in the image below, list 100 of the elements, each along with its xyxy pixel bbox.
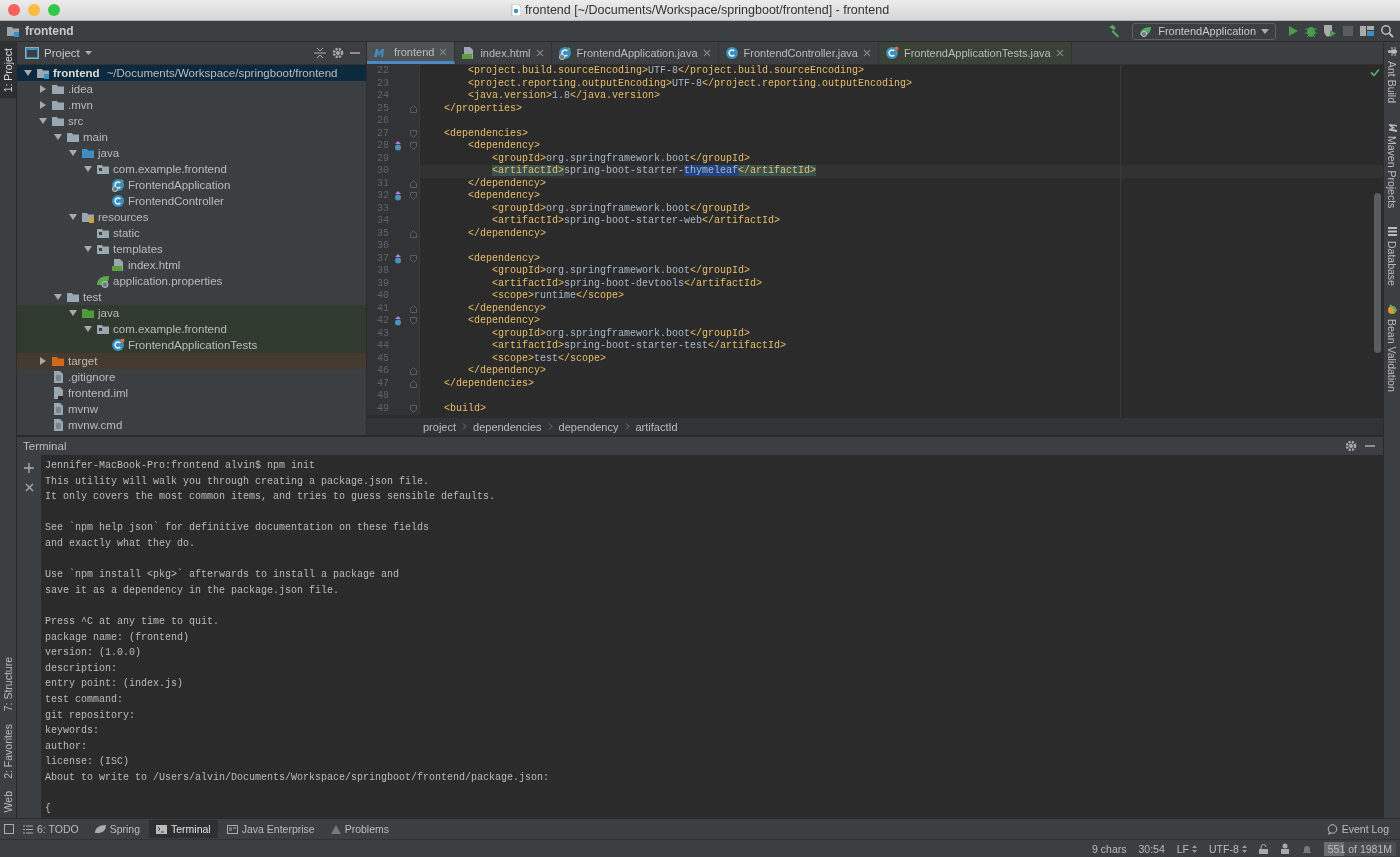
tree-item-label[interactable]: mvnw.cmd bbox=[68, 419, 123, 431]
tool-window-tab[interactable]: Ant Build bbox=[1386, 46, 1398, 104]
tree-item-label[interactable]: .idea bbox=[68, 83, 93, 95]
expanded-arrow-icon[interactable] bbox=[54, 133, 62, 141]
close-icon[interactable] bbox=[1055, 49, 1064, 57]
project-structure-icon[interactable] bbox=[1359, 24, 1375, 38]
scrollbar[interactable] bbox=[1374, 193, 1381, 353]
terminal-line: version: (1.0.0) bbox=[45, 646, 142, 661]
tool-window-tab[interactable]: Maven Projects bbox=[1386, 121, 1398, 209]
collapse-all-icon[interactable] bbox=[314, 47, 326, 59]
hammer-icon[interactable] bbox=[1107, 24, 1122, 38]
tool-window-tab[interactable]: Bean Validation bbox=[1386, 304, 1398, 393]
tree-row[interactable]: java bbox=[17, 305, 366, 321]
code-line: <scope>test</scope> bbox=[491, 352, 607, 365]
tree-item-label[interactable]: index.html bbox=[128, 259, 181, 271]
code-line: </properties> bbox=[443, 102, 523, 115]
bell-icon[interactable] bbox=[1301, 843, 1312, 854]
collapsed-arrow-icon[interactable] bbox=[39, 357, 47, 365]
tree-item-label[interactable]: .mvn bbox=[68, 99, 93, 111]
tool-windows-icon[interactable] bbox=[4, 824, 14, 834]
tree-item-label[interactable]: java bbox=[98, 147, 120, 159]
expanded-arrow-icon[interactable] bbox=[84, 165, 92, 173]
tool-window-tab[interactable]: 6: TODO bbox=[16, 820, 86, 838]
breadcrumb-item[interactable]: dependency bbox=[556, 420, 621, 433]
tool-window-tab[interactable]: Web bbox=[0, 784, 16, 818]
class-icon bbox=[111, 338, 125, 352]
tree-item-label[interactable]: FrontendController bbox=[128, 195, 224, 207]
settings-icon[interactable] bbox=[332, 47, 344, 59]
close-icon[interactable] bbox=[24, 483, 34, 492]
expanded-arrow-icon[interactable] bbox=[84, 245, 92, 253]
close-icon[interactable] bbox=[862, 49, 871, 57]
window-icon bbox=[25, 47, 39, 59]
tool-window-tab[interactable]: Terminal bbox=[149, 820, 218, 838]
breadcrumb-item[interactable]: dependencies bbox=[471, 420, 544, 433]
lock-icon[interactable] bbox=[1258, 843, 1268, 854]
breadcrumb-item[interactable]: project bbox=[421, 420, 459, 433]
expanded-arrow-icon[interactable] bbox=[39, 117, 47, 125]
tree-row[interactable]: frontend ~/Documents/Workspace/springboot/frontend bbox=[17, 65, 366, 81]
gutter-marker-icon[interactable] bbox=[394, 141, 402, 152]
caret-position[interactable]: 30:54 bbox=[1138, 842, 1165, 855]
plus-icon[interactable] bbox=[24, 463, 34, 473]
tree-item-label[interactable]: test bbox=[83, 291, 102, 303]
close-icon[interactable] bbox=[535, 49, 544, 57]
editor-tab[interactable]: FrontendApplicationTests.java bbox=[878, 42, 1072, 64]
tree-row[interactable]: target bbox=[17, 353, 366, 369]
navigation-breadcrumb[interactable]: frontend bbox=[25, 24, 74, 38]
expanded-arrow-icon[interactable] bbox=[24, 69, 32, 77]
tree-item-label[interactable]: mvnw bbox=[68, 403, 99, 415]
run-icon[interactable] bbox=[1287, 25, 1299, 37]
tree-item-label[interactable]: .gitignore bbox=[68, 371, 116, 383]
bug-icon[interactable] bbox=[1304, 24, 1318, 38]
search-icon[interactable] bbox=[1380, 24, 1394, 38]
tool-window-tab[interactable]: Database bbox=[1386, 226, 1398, 287]
encoding-selector[interactable]: UTF-8 bbox=[1209, 842, 1247, 855]
expanded-arrow-icon[interactable] bbox=[69, 309, 77, 317]
event-log-button[interactable]: Event Log bbox=[1319, 820, 1396, 838]
tree-item-label[interactable]: FrontendApplication bbox=[128, 179, 231, 191]
inspector-icon[interactable] bbox=[1279, 843, 1290, 854]
tool-window-tab[interactable]: Spring bbox=[87, 820, 147, 838]
tree-item-label[interactable]: frontend bbox=[53, 67, 100, 79]
tree-item-label[interactable]: com.example.frontend bbox=[113, 163, 227, 175]
collapsed-arrow-icon[interactable] bbox=[39, 101, 47, 109]
close-window-button[interactable] bbox=[8, 4, 20, 16]
project-view-dropdown[interactable]: Project bbox=[25, 47, 92, 59]
tree-item-label[interactable]: templates bbox=[113, 243, 163, 255]
collapsed-arrow-icon[interactable] bbox=[39, 85, 47, 93]
tool-window-tab[interactable]: 7: Structure bbox=[0, 651, 16, 718]
tree-row[interactable]: FrontendApplicationTests bbox=[17, 337, 366, 353]
tree-item-label[interactable]: java bbox=[98, 307, 120, 319]
tree-item-label[interactable]: src bbox=[68, 115, 84, 127]
memory-indicator[interactable]: 551 of 1981M bbox=[1323, 841, 1396, 856]
tree-item-label[interactable]: target bbox=[68, 355, 98, 367]
expanded-arrow-icon[interactable] bbox=[69, 149, 77, 157]
tree-item-label[interactable]: static bbox=[113, 227, 140, 239]
tree-item-label[interactable]: main bbox=[83, 131, 108, 143]
line-separator-selector[interactable]: LF bbox=[1176, 842, 1198, 855]
tool-window-tab[interactable]: 1: Project bbox=[0, 42, 16, 99]
tree-item-label[interactable]: application.properties bbox=[113, 275, 223, 287]
run-configuration-dropdown[interactable]: FrontendApplication bbox=[1132, 22, 1276, 40]
gutter-marker-icon[interactable] bbox=[394, 253, 402, 264]
gutter-marker-icon[interactable] bbox=[394, 191, 402, 202]
expanded-arrow-icon[interactable] bbox=[69, 213, 77, 221]
breadcrumb-item[interactable]: artifactId bbox=[633, 420, 680, 433]
tree-item-label[interactable]: FrontendApplicationTests bbox=[128, 339, 258, 351]
folder-icon bbox=[96, 243, 110, 255]
editor-tab[interactable]: frontend bbox=[367, 42, 456, 64]
expanded-arrow-icon[interactable] bbox=[54, 293, 62, 301]
close-icon[interactable] bbox=[702, 49, 711, 57]
tool-window-tab[interactable]: Problems bbox=[323, 820, 396, 838]
tool-window-tab[interactable]: 2: Favorites bbox=[0, 717, 16, 785]
tool-window-tab[interactable]: Java Enterprise bbox=[219, 820, 322, 838]
expanded-arrow-icon[interactable] bbox=[84, 325, 92, 333]
tree-item-label[interactable]: com.example.frontend bbox=[113, 323, 227, 335]
tree-row[interactable]: com.example.frontend bbox=[17, 321, 366, 337]
gutter-marker-icon[interactable] bbox=[394, 316, 402, 327]
tree-item-label[interactable]: frontend.iml bbox=[68, 387, 129, 399]
coverage-icon[interactable] bbox=[1323, 24, 1337, 38]
tree-item-label[interactable]: resources bbox=[98, 211, 149, 223]
chevron-icon bbox=[547, 423, 553, 430]
settings-icon[interactable] bbox=[1345, 440, 1357, 452]
